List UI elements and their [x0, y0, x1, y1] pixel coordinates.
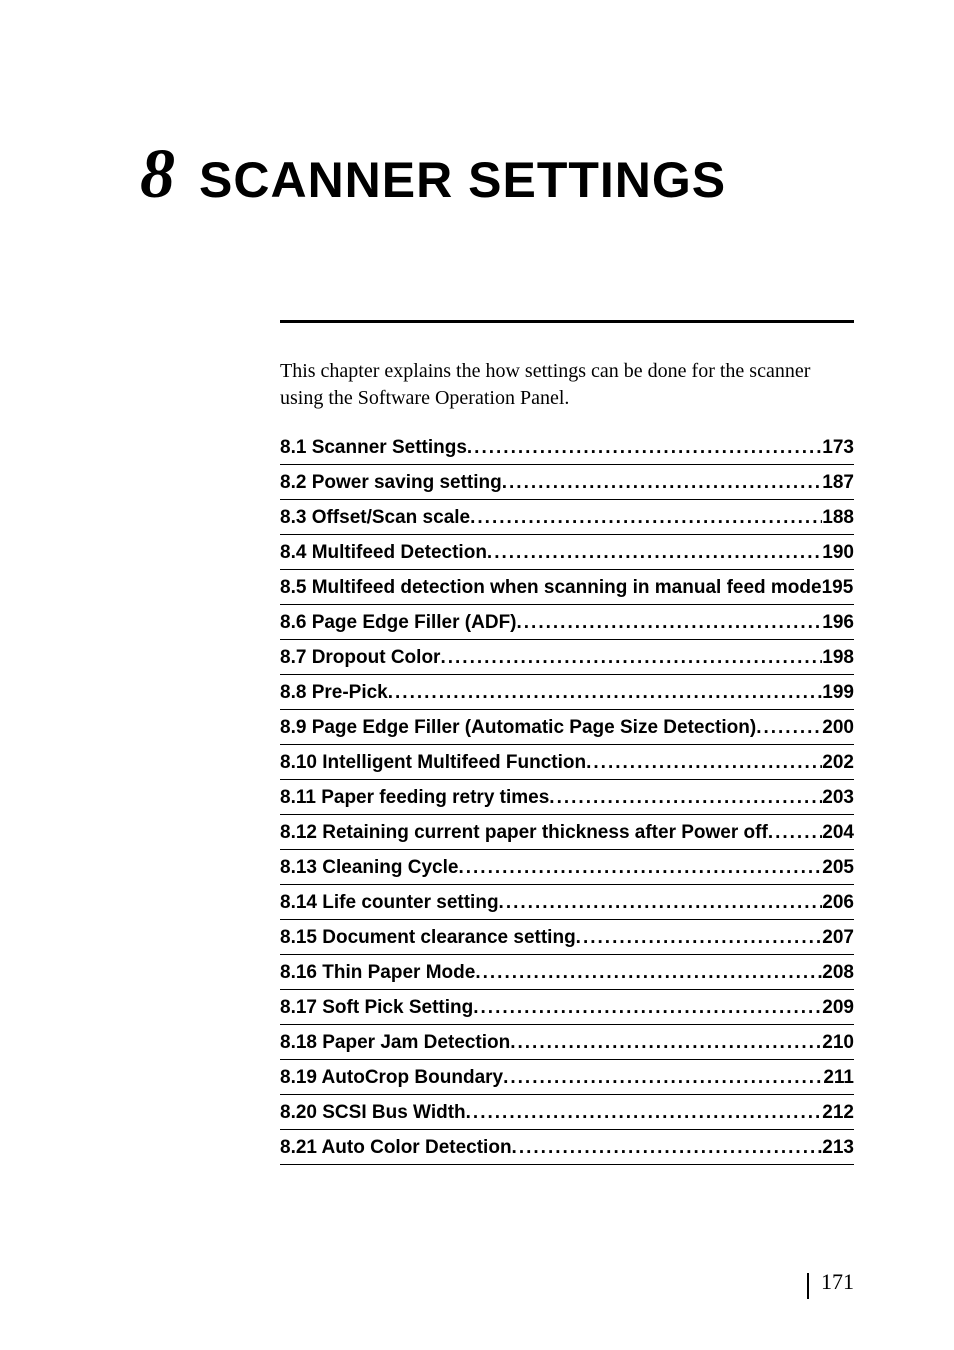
- toc-entry-page: 210: [822, 1032, 854, 1054]
- toc-entry-title: 8.11 Paper feeding retry times: [280, 787, 549, 809]
- toc-entry-title: 8.20 SCSI Bus Width: [280, 1102, 466, 1124]
- heading-divider: [280, 320, 854, 323]
- toc-entry-page: 212: [822, 1102, 854, 1124]
- toc-leader: [475, 962, 822, 984]
- toc-entry-page: 173: [822, 437, 854, 459]
- toc-leader: [502, 472, 823, 494]
- toc-leader: [576, 927, 823, 949]
- toc-entry-title: 8.14 Life counter setting: [280, 892, 499, 914]
- toc-entry-page: 204: [822, 822, 854, 844]
- toc-leader: [473, 997, 822, 1019]
- toc-entry-title: 8.13 Cleaning Cycle: [280, 857, 458, 879]
- toc-entry-page: 203: [822, 787, 854, 809]
- toc-entry[interactable]: 8.17 Soft Pick Setting 209: [280, 990, 854, 1025]
- footer-bar-icon: [807, 1273, 809, 1299]
- toc-entry-page: 211: [823, 1067, 854, 1089]
- toc-entry[interactable]: 8.7 Dropout Color 198: [280, 640, 854, 675]
- toc-entry-title: 8.12 Retaining current paper thickness a…: [280, 822, 768, 844]
- toc-leader: [458, 857, 822, 879]
- toc-leader: [756, 717, 822, 739]
- toc-entry-title: 8.3 Offset/Scan scale: [280, 507, 470, 529]
- page-number: 171: [821, 1269, 854, 1295]
- toc-entry[interactable]: 8.8 Pre-Pick 199: [280, 675, 854, 710]
- toc-leader: [466, 1102, 823, 1124]
- toc-leader: [549, 787, 822, 809]
- intro-text: This chapter explains the how settings c…: [280, 358, 854, 412]
- toc-leader: [503, 1067, 823, 1089]
- toc-entry[interactable]: 8.16 Thin Paper Mode 208: [280, 955, 854, 990]
- toc-entry[interactable]: 8.11 Paper feeding retry times 203: [280, 780, 854, 815]
- toc-entry-page: 196: [822, 612, 854, 634]
- toc-list: 8.1 Scanner Settings 173 8.2 Power savin…: [280, 430, 854, 1165]
- toc-entry-title: 8.9 Page Edge Filler (Automatic Page Siz…: [280, 717, 756, 739]
- toc-entry-page: 195: [822, 577, 854, 599]
- toc-entry-page: 205: [822, 857, 854, 879]
- toc-entry[interactable]: 8.3 Offset/Scan scale 188: [280, 500, 854, 535]
- toc-entry[interactable]: 8.4 Multifeed Detection 190: [280, 535, 854, 570]
- toc-entry-page: 190: [822, 542, 854, 564]
- toc-entry[interactable]: 8.6 Page Edge Filler (ADF) 196: [280, 605, 854, 640]
- content-area: This chapter explains the how settings c…: [280, 358, 854, 1165]
- toc-entry-page: 207: [822, 927, 854, 949]
- toc-entry-title: 8.10 Intelligent Multifeed Function: [280, 752, 586, 774]
- toc-entry-page: 199: [822, 682, 854, 704]
- page-footer: 171: [807, 1269, 854, 1295]
- toc-leader: [487, 542, 822, 564]
- toc-entry[interactable]: 8.5 Multifeed detection when scanning in…: [280, 570, 854, 605]
- toc-entry-page: 200: [822, 717, 854, 739]
- toc-leader: [586, 752, 822, 774]
- toc-entry-page: 213: [822, 1137, 854, 1159]
- toc-entry-page: 206: [822, 892, 854, 914]
- toc-entry[interactable]: 8.10 Intelligent Multifeed Function 202: [280, 745, 854, 780]
- toc-entry-title: 8.1 Scanner Settings: [280, 437, 467, 459]
- toc-entry-title: 8.17 Soft Pick Setting: [280, 997, 473, 1019]
- toc-entry[interactable]: 8.21 Auto Color Detection 213: [280, 1130, 854, 1165]
- toc-leader: [768, 822, 822, 844]
- page: 8 SCANNER SETTINGS This chapter explains…: [0, 0, 954, 1350]
- chapter-heading: 8 SCANNER SETTINGS: [140, 140, 854, 210]
- toc-leader: [388, 682, 823, 704]
- toc-entry-title: 8.6 Page Edge Filler (ADF): [280, 612, 517, 634]
- toc-entry-page: 187: [822, 472, 854, 494]
- toc-entry-page: 209: [822, 997, 854, 1019]
- toc-entry[interactable]: 8.20 SCSI Bus Width 212: [280, 1095, 854, 1130]
- toc-leader: [517, 612, 823, 634]
- toc-entry[interactable]: 8.12 Retaining current paper thickness a…: [280, 815, 854, 850]
- toc-leader: [499, 892, 823, 914]
- toc-entry-title: 8.4 Multifeed Detection: [280, 542, 487, 564]
- toc-entry-title: 8.5 Multifeed detection when scanning in…: [280, 577, 822, 599]
- toc-leader: [512, 1137, 823, 1159]
- toc-entry[interactable]: 8.13 Cleaning Cycle 205: [280, 850, 854, 885]
- toc-leader: [467, 437, 822, 459]
- chapter-title: SCANNER SETTINGS: [199, 155, 726, 205]
- toc-entry-title: 8.15 Document clearance setting: [280, 927, 576, 949]
- toc-leader: [510, 1032, 822, 1054]
- toc-leader: [470, 507, 822, 529]
- toc-entry-page: 202: [822, 752, 854, 774]
- toc-leader: [440, 647, 822, 669]
- toc-entry-title: 8.7 Dropout Color: [280, 647, 440, 669]
- toc-entry-title: 8.8 Pre-Pick: [280, 682, 388, 704]
- toc-entry-page: 188: [822, 507, 854, 529]
- toc-entry[interactable]: 8.14 Life counter setting 206: [280, 885, 854, 920]
- toc-entry-title: 8.2 Power saving setting: [280, 472, 502, 494]
- toc-entry[interactable]: 8.9 Page Edge Filler (Automatic Page Siz…: [280, 710, 854, 745]
- chapter-number: 8: [140, 140, 175, 210]
- toc-entry-page: 208: [822, 962, 854, 984]
- toc-entry-title: 8.16 Thin Paper Mode: [280, 962, 475, 984]
- toc-entry-title: 8.19 AutoCrop Boundary: [280, 1067, 503, 1089]
- toc-entry[interactable]: 8.15 Document clearance setting 207: [280, 920, 854, 955]
- toc-entry[interactable]: 8.18 Paper Jam Detection 210: [280, 1025, 854, 1060]
- toc-entry[interactable]: 8.2 Power saving setting 187: [280, 465, 854, 500]
- toc-entry-title: 8.21 Auto Color Detection: [280, 1137, 512, 1159]
- toc-entry-page: 198: [822, 647, 854, 669]
- toc-entry[interactable]: 8.19 AutoCrop Boundary 211: [280, 1060, 854, 1095]
- toc-entry-title: 8.18 Paper Jam Detection: [280, 1032, 510, 1054]
- toc-entry[interactable]: 8.1 Scanner Settings 173: [280, 430, 854, 465]
